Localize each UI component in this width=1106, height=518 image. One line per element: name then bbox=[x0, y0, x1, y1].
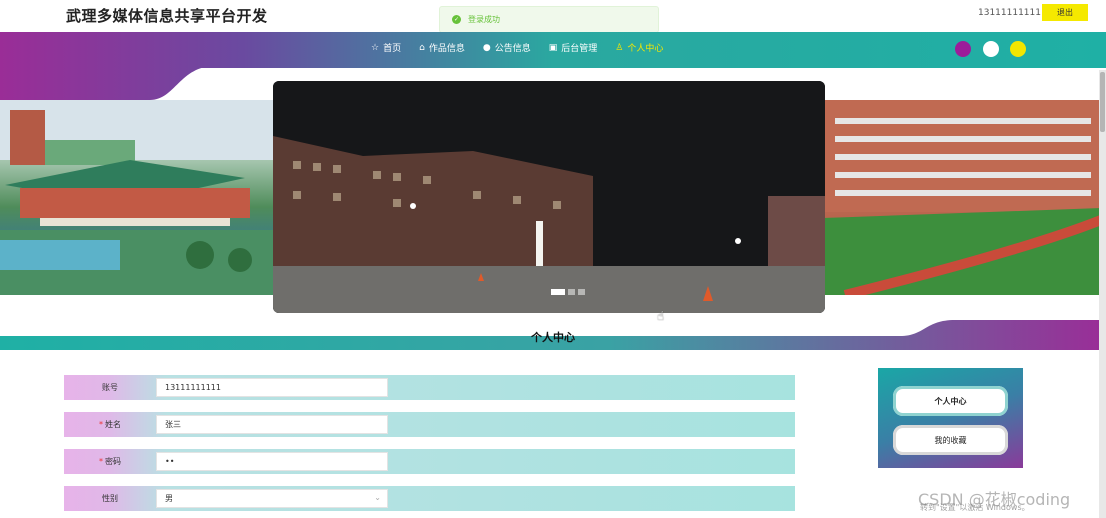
nav-item-works[interactable]: ⌂ 作品信息 bbox=[410, 41, 474, 55]
menu-item-favorites[interactable]: 我的收藏 bbox=[893, 425, 1008, 455]
form-row-name: * 姓名 张三 bbox=[64, 412, 795, 437]
account-input[interactable]: 13111111111 bbox=[156, 378, 388, 397]
scrollbar-thumb[interactable] bbox=[1100, 72, 1105, 132]
user-account: 13111111111 bbox=[978, 8, 1041, 18]
toast-message: 登录成功 bbox=[468, 15, 500, 24]
label-text: 性别 bbox=[102, 494, 118, 503]
label-text: 姓名 bbox=[105, 420, 121, 429]
dashboard-icon: ▣ bbox=[548, 42, 558, 53]
nav-label: 公告信息 bbox=[494, 44, 531, 54]
form-label: * 密码 bbox=[64, 449, 156, 474]
user-icon: ♙ bbox=[615, 42, 624, 53]
section-title: 个人中心 bbox=[531, 331, 575, 344]
gender-select[interactable]: 男 ⌄ bbox=[156, 489, 388, 508]
profile-side-menu: 个人中心 我的收藏 bbox=[878, 368, 1023, 468]
carousel-dot-2[interactable] bbox=[568, 289, 575, 295]
theme-color-purple[interactable] bbox=[955, 41, 971, 57]
theme-color-yellow[interactable] bbox=[1010, 41, 1026, 57]
carousel-dot-1[interactable] bbox=[551, 289, 565, 295]
carousel-dot-3[interactable] bbox=[578, 289, 585, 295]
required-asterisk: * bbox=[99, 420, 103, 429]
nav-item-admin[interactable]: ▣ 后台管理 bbox=[540, 41, 607, 55]
banner-image-left bbox=[0, 100, 275, 295]
banner-carousel[interactable] bbox=[273, 81, 825, 313]
label-text: 密码 bbox=[105, 457, 121, 466]
form-label: * 姓名 bbox=[64, 412, 156, 437]
chevron-down-icon: ⌄ bbox=[374, 493, 381, 502]
form-row-password: * 密码 •• bbox=[64, 449, 795, 474]
nav-label: 后台管理 bbox=[561, 44, 598, 54]
site-title: 武理多媒体信息共享平台开发 bbox=[66, 7, 268, 25]
form-label: 账号 bbox=[64, 375, 156, 400]
nav-label: 首页 bbox=[383, 44, 402, 54]
menu-item-profile[interactable]: 个人中心 bbox=[893, 386, 1008, 416]
required-asterisk: * bbox=[99, 457, 103, 466]
page-scrollbar[interactable] bbox=[1099, 70, 1106, 518]
theme-color-white[interactable] bbox=[983, 41, 999, 57]
nav-item-notices[interactable]: ● 公告信息 bbox=[474, 41, 540, 55]
nav-item-home[interactable]: ☆ 首页 bbox=[362, 41, 410, 55]
nav-label: 作品信息 bbox=[428, 44, 465, 54]
logout-button[interactable]: 退出 bbox=[1042, 4, 1088, 21]
page: 武理多媒体信息共享平台开发 ✓ 登录成功 13111111111 退出 ☆ 首页… bbox=[0, 0, 1106, 518]
night-campus-photo bbox=[273, 81, 825, 313]
campus-illustration bbox=[0, 100, 275, 295]
form-row-gender: 性别 男 ⌄ bbox=[64, 486, 795, 511]
label-text: 账号 bbox=[102, 383, 118, 392]
check-circle-icon: ✓ bbox=[452, 15, 461, 24]
nav-item-profile[interactable]: ♙ 个人中心 bbox=[606, 41, 672, 55]
carousel-indicators bbox=[551, 289, 585, 295]
windows-activation-text: 转到"设置"以激活 Windows。 bbox=[920, 503, 1030, 512]
star-outline-icon: ☆ bbox=[371, 42, 380, 53]
home-icon: ⌂ bbox=[419, 42, 425, 53]
main-nav: ☆ 首页 ⌂ 作品信息 ● 公告信息 ▣ 后台管理 ♙ 个人中心 bbox=[362, 41, 672, 55]
circle-icon: ● bbox=[482, 42, 491, 53]
form-row-account: 账号 13111111111 bbox=[64, 375, 795, 400]
nav-label: 个人中心 bbox=[627, 44, 664, 54]
gender-select-value: 男 bbox=[165, 494, 173, 503]
form-label: 性别 bbox=[64, 486, 156, 511]
campus-photo bbox=[825, 100, 1101, 295]
login-success-toast: ✓ 登录成功 bbox=[439, 6, 659, 33]
password-input[interactable]: •• bbox=[156, 452, 388, 471]
banner-image-right bbox=[825, 100, 1101, 295]
name-input[interactable]: 张三 bbox=[156, 415, 388, 434]
